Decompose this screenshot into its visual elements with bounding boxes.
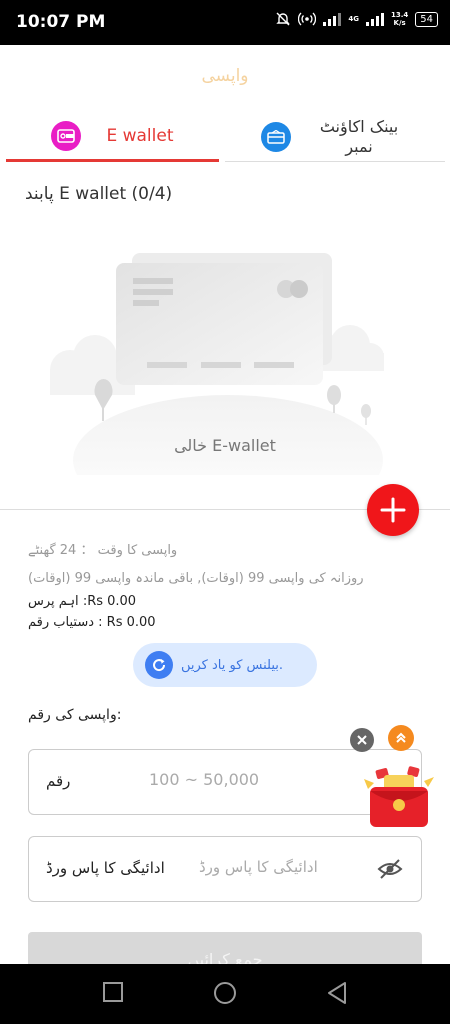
close-icon	[357, 735, 367, 745]
tab-bank-account[interactable]: بینک اکاؤنٹ نمبر	[225, 112, 445, 162]
amount-input[interactable]	[149, 770, 319, 789]
page-title: واپسی	[201, 66, 249, 86]
plus-icon	[380, 497, 406, 523]
tab-ewallet[interactable]: E wallet	[6, 112, 219, 162]
scroll-top-button[interactable]	[388, 725, 414, 751]
recall-balance-label: بیلنس کو یاد کریں.	[181, 657, 284, 673]
status-time: 10:07 PM	[16, 12, 106, 32]
double-chevron-up-icon	[396, 732, 406, 743]
withdraw-amount-label: واپسی کی رقم:	[28, 707, 122, 723]
square-icon[interactable]	[102, 981, 124, 1003]
recall-balance-button[interactable]: بیلنس کو یاد کریں.	[133, 643, 317, 687]
tab-ewallet-label: E wallet	[106, 125, 174, 146]
bound-wallets-heading: پابند E wallet (0/4)	[25, 184, 173, 204]
network-speed-value: 13.4	[390, 11, 409, 19]
main-balance: اہم پرس :Rs 0.00	[28, 594, 137, 609]
daily-limit: روزانہ کی واپسی 99 (اوقات), باقی ماندہ و…	[28, 571, 364, 586]
system-nav-bar	[0, 964, 450, 1024]
hotspot-icon	[298, 12, 317, 26]
status-bar: 10:07 PM 4G 13.4 K/s 54	[0, 0, 450, 45]
close-promo-button[interactable]	[350, 728, 374, 752]
signal-icon	[323, 12, 342, 26]
eye-off-icon[interactable]	[377, 857, 403, 881]
payment-password-input[interactable]	[199, 858, 369, 876]
amount-field-label: رقم	[46, 772, 71, 790]
wallet-icon	[51, 120, 82, 151]
empty-wallet-label: خالی E-wallet	[174, 436, 276, 455]
bank-card-icon	[261, 121, 291, 152]
status-icons: 4G 13.4 K/s 54	[275, 11, 438, 27]
add-wallet-button[interactable]	[367, 484, 419, 536]
available-amount: دستیاب رقم : Rs 0.00	[28, 615, 156, 630]
red-envelope-gift-icon[interactable]	[362, 765, 436, 831]
payment-password-field[interactable]: ادائیگی کا پاس ورڈ	[28, 836, 422, 902]
signal-icon-2	[365, 12, 384, 26]
network-speed-unit: K/s	[393, 19, 406, 27]
tab-bank-label: بینک اکاؤنٹ نمبر	[319, 116, 399, 156]
mute-bell-icon	[276, 12, 291, 26]
circle-icon[interactable]	[213, 981, 237, 1005]
network-type: 4G	[348, 15, 359, 23]
withdraw-time: واپسی کا وقت ： 24 گھنٹے	[28, 543, 178, 558]
battery-icon: 54	[415, 11, 438, 27]
network-speed: 13.4 K/s	[391, 11, 408, 27]
refresh-icon	[145, 651, 173, 679]
triangle-back-icon[interactable]	[326, 981, 348, 1005]
payment-password-label: ادائیگی کا پاس ورڈ	[46, 859, 165, 877]
